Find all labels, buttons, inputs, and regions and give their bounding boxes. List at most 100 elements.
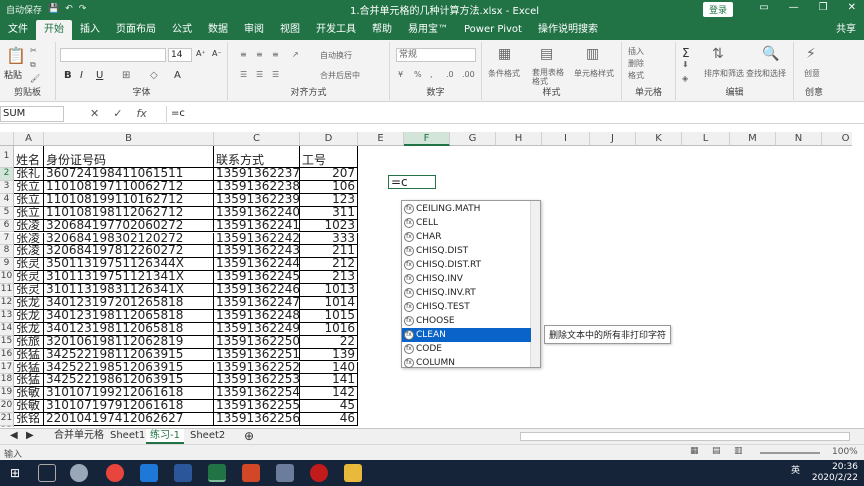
table-cell[interactable]: 张凌 [14, 219, 44, 233]
edge-icon[interactable] [140, 464, 158, 482]
recorder-icon[interactable] [310, 464, 328, 482]
select-all-corner[interactable] [0, 132, 14, 146]
tab-review[interactable]: 审阅 [236, 20, 272, 40]
sort-filter-button[interactable]: 排序和筛选 [704, 68, 744, 79]
table-cell[interactable]: 13591362245 [214, 271, 300, 285]
table-cell[interactable]: 320684198302120272 [44, 232, 214, 246]
table-cell[interactable]: 张礼 [14, 168, 44, 181]
sheet-tab-sheet2[interactable]: Sheet2 [186, 429, 229, 444]
normal-view-icon[interactable]: ▦ [690, 446, 699, 456]
row-header-20[interactable]: 20 [0, 400, 14, 414]
table-cell[interactable]: 141 [300, 374, 358, 388]
currency-icon[interactable]: ¥ [398, 70, 403, 79]
table-cell[interactable]: 140 [300, 361, 358, 375]
chrome-icon[interactable] [106, 464, 124, 482]
column-header-d[interactable]: D [300, 132, 358, 146]
row-header-11[interactable]: 11 [0, 284, 14, 297]
table-cell[interactable]: 张龙 [14, 297, 44, 310]
column-header-f[interactable]: F [404, 132, 450, 146]
formula-input[interactable]: =c [166, 106, 856, 122]
table-cell[interactable]: 13591362243 [214, 245, 300, 259]
column-header-n[interactable]: N [776, 132, 822, 146]
tell-me-search[interactable]: 操作说明搜索 [530, 20, 606, 40]
sheet-nav-next-icon[interactable]: ▶ [22, 429, 38, 444]
row-header-16[interactable]: 16 [0, 348, 14, 362]
table-cell[interactable]: 张立 [14, 193, 44, 207]
table-cell[interactable]: 207 [300, 168, 358, 181]
horizontal-scrollbar[interactable] [520, 432, 850, 441]
page-layout-view-icon[interactable]: ▤ [712, 446, 721, 456]
column-header-l[interactable]: L [682, 132, 730, 146]
table-cell[interactable]: 310107199212061618 [44, 387, 214, 401]
table-cell[interactable]: 张龙 [14, 322, 44, 336]
row-header-15[interactable]: 15 [0, 335, 14, 349]
align-bottom-icon[interactable]: ≡ [272, 50, 279, 59]
row-header-9[interactable]: 9 [0, 258, 14, 272]
table-cell[interactable]: 31011319831126341X [44, 284, 214, 297]
merge-center-button[interactable]: 合并后居中 [320, 70, 360, 81]
percent-icon[interactable]: % [414, 70, 422, 79]
table-cell[interactable]: 340123198112065818 [44, 309, 214, 323]
table-cell[interactable]: 1023 [300, 219, 358, 233]
paste-button[interactable]: 粘贴 [4, 68, 22, 81]
autocomplete-item[interactable]: fx CELL [402, 216, 531, 230]
table-cell[interactable]: 1015 [300, 309, 358, 323]
tab-data[interactable]: 数据 [200, 20, 236, 40]
active-cell-editor[interactable]: =c [388, 175, 436, 189]
format-painter-icon[interactable]: 🖌 [30, 74, 40, 83]
table-cell[interactable]: 13591362241 [214, 219, 300, 233]
table-cell[interactable]: 46 [300, 413, 358, 426]
autocomplete-item[interactable]: fx CHISQ.INV [402, 272, 531, 286]
zoom-level[interactable]: 100% [832, 447, 858, 457]
column-header-i[interactable]: I [542, 132, 590, 146]
table-cell[interactable]: 张凌 [14, 232, 44, 246]
table-cell[interactable]: 320684197812260272 [44, 245, 214, 259]
table-cell[interactable]: 13591362251 [214, 348, 300, 362]
table-cell[interactable]: 张龙 [14, 309, 44, 323]
table-cell[interactable]: 220104197412062627 [44, 413, 214, 426]
table-cell[interactable]: 张灵 [14, 271, 44, 285]
row-header-3[interactable]: 3 [0, 180, 14, 194]
align-top-icon[interactable]: ≡ [240, 50, 247, 59]
autosave-label[interactable]: 自动保存 [6, 3, 42, 16]
table-cell[interactable]: 张敏 [14, 387, 44, 401]
table-cell[interactable]: 张灵 [14, 258, 44, 272]
table-header-cell[interactable]: 联系方式 [214, 146, 300, 168]
table-cell[interactable]: 张凌 [14, 245, 44, 259]
find-select-button[interactable]: 查找和选择 [746, 68, 786, 79]
find-select-icon[interactable]: 🔍 [762, 46, 779, 62]
row-header-4[interactable]: 4 [0, 193, 14, 207]
table-cell[interactable]: 211 [300, 245, 358, 259]
maximize-icon[interactable]: ❐ [819, 2, 828, 13]
table-format-icon[interactable]: ▤ [540, 46, 553, 62]
autocomplete-item[interactable]: fx CHOOSE [402, 314, 531, 328]
table-cell[interactable]: 213 [300, 271, 358, 285]
column-header-c[interactable]: C [214, 132, 300, 146]
table-cell[interactable]: 13591362256 [214, 413, 300, 426]
table-cell[interactable]: 13591362246 [214, 284, 300, 297]
table-cell[interactable]: 13591362249 [214, 322, 300, 336]
autocomplete-item[interactable]: fx CLEAN [402, 328, 531, 342]
ideas-icon[interactable]: ⚡ [806, 46, 816, 62]
fill-icon[interactable]: ⬇ [682, 60, 689, 69]
insert-function-icon[interactable]: fx [136, 107, 146, 120]
table-cell[interactable]: 1016 [300, 322, 358, 336]
share-button[interactable]: 共享 [828, 20, 864, 40]
table-cell[interactable]: 110108199110162712 [44, 193, 214, 207]
table-cell[interactable]: 311 [300, 206, 358, 220]
app2-icon[interactable] [276, 464, 294, 482]
table-cell[interactable]: 13591362254 [214, 387, 300, 401]
sheet-nav-prev-icon[interactable]: ◀ [6, 429, 22, 444]
paste-icon[interactable]: 📋 [6, 46, 26, 65]
undo-icon[interactable]: ↶ [65, 4, 73, 14]
table-cell[interactable]: 342522198612063915 [44, 374, 214, 388]
cell-style-button[interactable]: 单元格样式 [574, 68, 614, 79]
table-cell[interactable]: 13591362253 [214, 374, 300, 388]
table-cell[interactable]: 13591362247 [214, 297, 300, 310]
tab-page-layout[interactable]: 页面布局 [108, 20, 164, 40]
sheet-tab-merged[interactable]: 合并单元格 [50, 429, 108, 444]
row-header-21[interactable]: 21 [0, 413, 14, 426]
table-cell[interactable]: 320106198112062819 [44, 335, 214, 349]
tab-developer[interactable]: 开发工具 [308, 20, 364, 40]
tab-home[interactable]: 开始 [36, 20, 72, 40]
